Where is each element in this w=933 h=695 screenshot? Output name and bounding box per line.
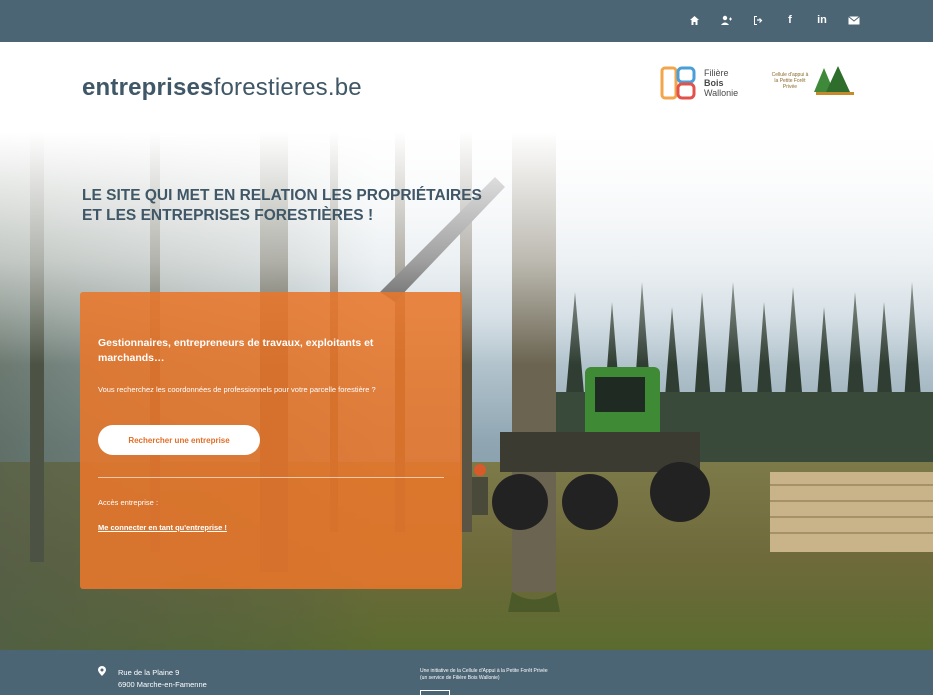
trees-logo-icon <box>814 66 854 95</box>
site-header: entreprisesforestieres.be Filière Bois W… <box>0 42 933 132</box>
footer-initiative: Une initiative de la Cellule d'Appui à l… <box>420 668 548 682</box>
site-footer: Rue de la Plaine 9 6900 Marche-en-Famenn… <box>0 650 933 695</box>
fbw-line2: Bois <box>704 78 724 88</box>
fbw-line3: Wallonie <box>704 88 739 98</box>
hero-title: LE SITE QUI MET EN RELATION LES PROPRIÉT… <box>82 186 522 226</box>
footer-address: Rue de la Plaine 9 6900 Marche-en-Famenn… <box>118 667 207 691</box>
card-subtext: Vous recherchez les coordonnées de profe… <box>98 385 376 394</box>
top-bar-icons: f in <box>687 13 861 27</box>
login-icon[interactable] <box>751 13 765 27</box>
brand-light: forestieres.be <box>213 74 362 101</box>
company-access-label: Accès entreprise : <box>98 498 159 507</box>
hero-title-line1: LE SITE QUI MET EN RELATION LES PROPRIÉT… <box>82 187 482 204</box>
linkedin-icon[interactable]: in <box>815 13 829 27</box>
cellule-text: Cellule d'appui à la Petite Forêt Privée <box>771 72 809 90</box>
company-login-link[interactable]: Me connecter en tant qu'entreprise ! <box>98 523 227 532</box>
fbw-text: Filière Bois Wallonie <box>704 68 738 98</box>
mail-icon[interactable] <box>847 13 861 27</box>
address-line2: 6900 Marche-en-Famenne <box>118 680 207 689</box>
initiative-line1: Une initiative de la Cellule d'Appui à l… <box>420 668 548 674</box>
hero-title-line2: ET LES ENTREPRISES FORESTIÈRES ! <box>82 207 374 224</box>
footer-fbw-logo[interactable] <box>420 690 450 695</box>
top-bar: f in <box>0 0 933 42</box>
initiative-line2: (un service de Filière Bois Wallonie) <box>420 675 500 681</box>
facebook-icon[interactable]: f <box>783 13 797 27</box>
home-icon[interactable] <box>687 13 701 27</box>
fbw-line1: Filière <box>704 68 729 78</box>
search-card: Gestionnaires, entrepreneurs de travaux,… <box>80 292 462 589</box>
search-company-button[interactable]: Rechercher une entreprise <box>98 425 260 455</box>
card-heading: Gestionnaires, entrepreneurs de travaux,… <box>98 337 374 364</box>
filiere-bois-wallonie-logo[interactable]: Filière Bois Wallonie <box>660 64 738 102</box>
location-pin-icon <box>98 666 106 676</box>
cellule-appui-logo[interactable]: Cellule d'appui à la Petite Forêt Privée <box>770 64 856 98</box>
card-divider <box>98 477 444 478</box>
brand-bold: entreprises <box>82 74 214 101</box>
fbw-mark-icon <box>660 66 696 100</box>
address-line1: Rue de la Plaine 9 <box>118 668 180 677</box>
hero-section: LE SITE QUI MET EN RELATION LES PROPRIÉT… <box>0 132 933 650</box>
site-brand[interactable]: entreprisesforestieres.be <box>82 74 362 102</box>
user-add-icon[interactable] <box>719 13 733 27</box>
